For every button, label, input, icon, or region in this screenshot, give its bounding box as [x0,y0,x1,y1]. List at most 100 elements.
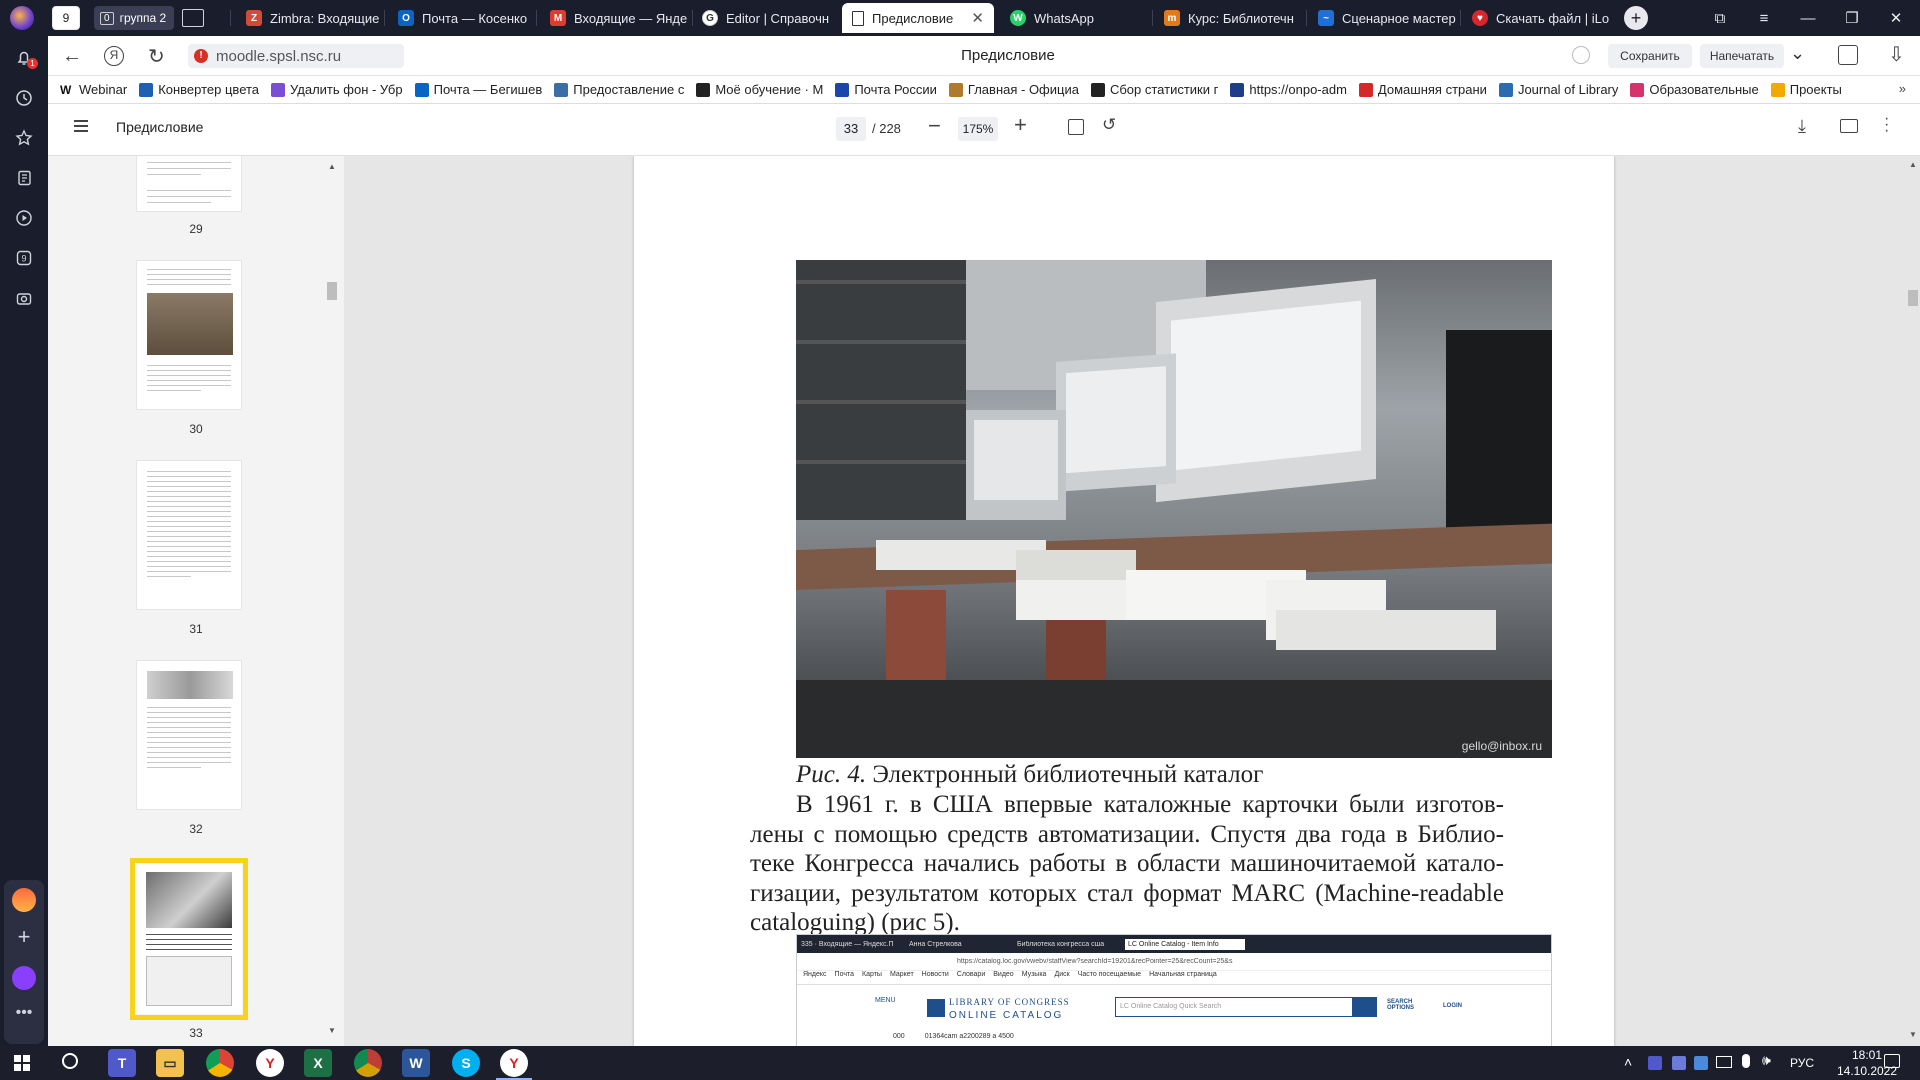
url-field[interactable]: ! moodle.spsl.nsc.ru [188,44,404,68]
zoom-in-button[interactable]: + [1014,112,1027,138]
notes-icon[interactable] [12,166,36,190]
add-panel-icon[interactable]: + [12,926,36,950]
translate-icon[interactable] [1572,46,1590,64]
thumbnail-page[interactable] [136,660,242,810]
camera-icon[interactable] [12,286,36,310]
bookmark-item[interactable]: Образовательные [1624,82,1764,97]
tab-yandex-mail[interactable]: M Входящие — Янде [540,3,690,33]
new-tab-button[interactable]: + [1624,6,1648,30]
rotate-icon[interactable]: ↺ [1102,115,1116,135]
bookmark-item[interactable]: Домашняя страни [1353,82,1493,97]
yandex-browser-icon[interactable]: Y [256,1049,284,1077]
editor-icon: G [702,10,718,26]
thumbnail-page-current[interactable] [136,864,242,1014]
word-icon[interactable]: W [402,1049,430,1077]
bookmark-label: Конвертер цвета [158,82,260,97]
tray-chevron-icon[interactable]: ˄ [1624,1054,1632,1070]
tab-zimbra[interactable]: Z Zimbra: Входящие [236,3,382,33]
download-icon[interactable]: ⤓ [1798,116,1806,137]
restore-button[interactable]: ❐ [1830,0,1874,36]
bookmark-item[interactable]: Моё обучение · М [690,82,829,97]
tab-label: Предисловие [872,10,954,26]
thumbnail-page[interactable] [136,156,242,212]
bookmark-item[interactable]: Сбор статистики г [1085,82,1224,97]
more-options-icon[interactable]: · · · [1884,111,1889,139]
viewer-scrollbar[interactable]: ▲ ▼ [1906,156,1920,1046]
bell-icon[interactable]: 1 [12,46,38,70]
language-indicator[interactable]: РУС [1790,1056,1814,1070]
app-icon[interactable] [12,888,36,912]
notifications-icon[interactable] [1884,1054,1900,1068]
teams-tray-icon[interactable] [1648,1056,1662,1070]
zoom-level-input[interactable]: 175% [958,117,998,141]
tab-ilovepdf[interactable]: ♥ Скачать файл | iLo [1462,3,1612,33]
tab-editor[interactable]: G Editor | Справочн [692,3,842,33]
bookmark-item[interactable]: Journal of Library [1493,82,1624,97]
more-icon[interactable]: ••• [12,1004,36,1024]
collections-icon[interactable]: ⧉ [1698,0,1742,36]
tab-group[interactable]: 0 группа 2 [94,6,174,30]
skype-icon[interactable]: S [452,1049,480,1077]
tab-label: Почта — Косенко [422,10,528,26]
bookmark-item[interactable]: Удалить фон - Убр [265,82,409,97]
tab-predislovie[interactable]: Предисловие ✕ [842,3,994,33]
print-button[interactable]: Напечатать [1700,44,1784,68]
clock-icon[interactable] [12,86,36,110]
bookmark-item[interactable]: W Webinar [54,82,133,97]
chrome-alt-icon[interactable] [354,1049,382,1077]
tray-app2-icon[interactable] [1694,1056,1708,1070]
tab-outlook[interactable]: O Почта — Косенко [388,3,532,33]
tab-course[interactable]: m Курс: Библиотечн [1154,3,1304,33]
page-number-input[interactable]: 33 [836,117,866,141]
hamburger-icon[interactable] [74,120,88,132]
new-window-icon[interactable] [182,9,204,27]
thumbnail-scrollbar[interactable]: ▲ ▼ [326,156,338,1046]
bookmark-item[interactable]: Конвертер цвета [133,82,265,97]
bookmark-item[interactable]: Предоставление с [548,82,690,97]
bookmark-item[interactable]: Главная - Официа [943,82,1085,97]
play-icon[interactable] [12,206,36,230]
chrome-icon[interactable] [206,1049,234,1077]
tab-whatsapp[interactable]: W WhatsApp [1000,3,1150,33]
search-icon[interactable] [62,1053,78,1069]
more-bookmarks-icon[interactable]: » [1899,81,1906,96]
fit-page-icon[interactable] [1068,119,1084,135]
network-icon[interactable] [1716,1056,1732,1068]
volume-icon[interactable]: 🕪 [1762,1052,1771,1069]
zoom-out-button[interactable]: − [928,113,941,139]
collections-button-icon[interactable] [1838,45,1858,65]
alice-icon[interactable] [12,966,36,990]
minimize-button[interactable]: — [1786,0,1830,36]
thumbnail-page[interactable] [136,460,242,610]
bookmark-favicon-icon [1090,82,1105,97]
close-tab-icon[interactable]: ✕ [971,9,984,27]
tab-scenario[interactable]: ~ Сценарное мастер [1308,3,1458,33]
start-icon[interactable] [14,1055,30,1071]
print-icon[interactable] [1840,119,1858,133]
loc-bookmark: Карты [862,971,882,978]
star-icon[interactable] [12,126,36,150]
bookmark-item[interactable]: Проекты [1765,82,1848,97]
chevron-down-icon[interactable]: ⌄ [1790,43,1805,64]
reload-icon[interactable]: ↻ [148,44,165,69]
number-icon[interactable]: 9 [12,246,36,270]
microphone-icon[interactable] [1742,1054,1750,1068]
back-icon[interactable]: ← [62,46,82,66]
close-window-button[interactable]: ✕ [1874,0,1918,36]
save-button[interactable]: Сохранить [1608,44,1692,68]
yandex-browser-active-icon[interactable]: Y [500,1049,528,1077]
menu-icon[interactable]: ≡ [1742,0,1786,36]
bookmark-item[interactable]: Почта — Бегишев [409,82,549,97]
bookmark-item[interactable]: Почта России [829,82,943,97]
file-explorer-icon[interactable]: ▭ [156,1049,184,1077]
tray-app-icon[interactable] [1672,1056,1686,1070]
body-paragraph: В 1961 г. в США впервые каталожные карто… [750,790,1504,938]
teams-icon[interactable]: T [108,1049,136,1077]
yandex-icon[interactable]: Я [104,46,124,66]
excel-icon[interactable]: X [304,1049,332,1077]
bookmark-item[interactable]: https://onpo-adm [1224,82,1353,97]
downloads-icon[interactable]: ⇩ [1888,42,1905,67]
workspace-button[interactable]: 9 [52,6,80,30]
thumbnail-page[interactable] [136,260,242,410]
browser-logo-icon[interactable] [10,6,34,30]
